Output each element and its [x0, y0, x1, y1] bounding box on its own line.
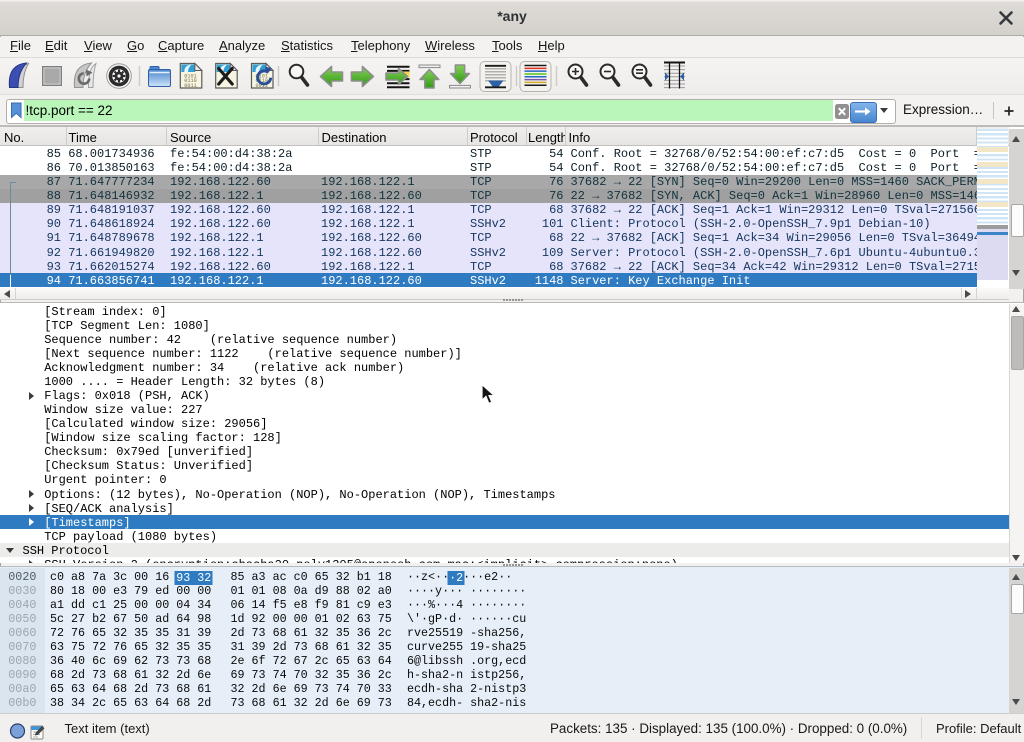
svg-text:0011: 0011	[184, 83, 196, 89]
